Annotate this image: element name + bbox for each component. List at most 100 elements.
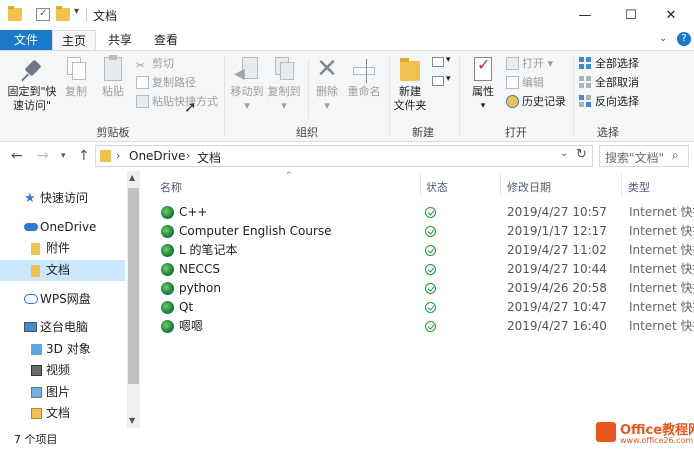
table-row[interactable]: Qt 2019/4/27 10:47 Internet 快捷 [157, 298, 694, 317]
ribbon-separator [308, 59, 309, 119]
cut-button[interactable]: ✂ 剪切 [136, 55, 174, 73]
star-icon: ★ [24, 191, 36, 206]
column-separator [500, 174, 501, 196]
nav-videos[interactable]: 视频 [0, 360, 125, 381]
scroll-up-icon[interactable]: ▲ [129, 173, 135, 182]
new-item-dropdown-icon[interactable]: ▾ [446, 55, 451, 65]
breadcrumb-onedrive[interactable]: OneDrive [129, 149, 185, 163]
mouse-cursor-icon: ➚ [184, 98, 197, 116]
ribbon-separator [224, 55, 225, 137]
recent-locations-icon[interactable]: ▾ [61, 151, 66, 161]
delete-label: 删除 ▾ [316, 85, 338, 112]
forward-arrow-icon[interactable]: → [37, 148, 49, 164]
refresh-icon[interactable]: ↻ [576, 147, 587, 162]
tab-view[interactable]: 查看 [146, 30, 186, 50]
column-header-name[interactable]: 名称 [160, 179, 182, 195]
new-folder-label-1: 新建 [399, 85, 421, 98]
search-input[interactable]: 搜索"文档" ⌕ [599, 145, 689, 167]
new-group-label: 新建 [412, 126, 434, 139]
quick-access-dropdown-icon[interactable]: ▾ [74, 6, 79, 17]
table-row[interactable]: L 的笔记本 2019/4/27 11:02 Internet 快捷 [157, 241, 694, 260]
copy-to-icon [271, 55, 297, 83]
nav-attachments[interactable]: 附件 [0, 238, 125, 259]
nav-pc-documents[interactable]: 文档 [0, 403, 125, 424]
close-button[interactable]: ✕ [648, 0, 694, 30]
copy-path-button[interactable]: 复制路径 [136, 74, 196, 92]
minimize-button[interactable]: — [562, 0, 608, 30]
column-header-status[interactable]: 状态 [426, 179, 448, 195]
breadcrumb-separator: › [186, 149, 191, 162]
table-row[interactable]: NECCS 2019/4/27 10:44 Internet 快捷 [157, 260, 694, 279]
scroll-down-icon[interactable]: ▼ [129, 416, 135, 425]
ribbon-collapse-icon[interactable]: ⌄ [659, 33, 667, 44]
new-folder-button[interactable]: 新建 文件夹 [392, 51, 428, 113]
synced-icon [425, 226, 436, 237]
folder-icon [31, 243, 40, 255]
new-folder-quick-icon[interactable] [56, 6, 70, 21]
copy-to-button[interactable]: 复制到 ▾ [266, 51, 302, 113]
breadcrumb-documents[interactable]: 文档 [197, 149, 221, 166]
pin-label-2: 速访问" [12, 99, 52, 112]
column-header-modified[interactable]: 修改日期 [507, 179, 551, 195]
internet-shortcut-icon [161, 225, 174, 238]
copy-button[interactable]: 复制 [60, 51, 92, 99]
table-row[interactable]: python 2019/4/26 20:58 Internet 快捷 [157, 279, 694, 298]
3d-objects-icon [31, 344, 42, 355]
easy-access-icon[interactable] [432, 76, 444, 86]
back-arrow-icon[interactable]: ← [11, 148, 23, 164]
pin-icon [19, 55, 45, 83]
up-arrow-icon[interactable]: ↑ [78, 148, 90, 164]
new-item-icon[interactable] [432, 57, 444, 67]
internet-shortcut-icon [161, 206, 174, 219]
nav-documents[interactable]: 文档 [0, 260, 125, 281]
delete-button[interactable]: ✕ 删除 ▾ [312, 51, 342, 113]
nav-3d-objects[interactable]: 3D 对象 [0, 339, 125, 360]
open-button[interactable]: 打开 ▾ [506, 55, 553, 73]
properties-button[interactable]: ✓ 属性 ▾ [463, 51, 503, 113]
easy-access-dropdown-icon[interactable]: ▾ [446, 74, 451, 84]
internet-shortcut-icon [161, 263, 174, 276]
pin-to-quick-access-button[interactable]: 固定到"快 速访问" [4, 51, 60, 113]
properties-icon: ✓ [470, 55, 496, 83]
nav-onedrive[interactable]: OneDrive [0, 217, 125, 238]
edit-label: 编辑 [522, 76, 544, 89]
ribbon-separator [573, 55, 574, 137]
title-divider [86, 8, 87, 22]
tab-file[interactable]: 文件 [0, 30, 52, 50]
nav-scrollbar-thumb[interactable] [128, 188, 139, 384]
invert-selection-button[interactable]: 反向选择 [579, 93, 639, 111]
select-all-button[interactable]: 全部选择 [579, 55, 639, 73]
copy-label: 复制 [65, 85, 87, 98]
properties-quick-icon[interactable]: ✓ [36, 8, 50, 21]
history-button[interactable]: 历史记录 [506, 93, 566, 111]
table-row[interactable]: Computer English Course 2019/1/17 12:17 … [157, 222, 694, 241]
cloud-icon [24, 223, 38, 231]
edit-button[interactable]: 编辑 [506, 74, 544, 92]
nav-quick-access[interactable]: ★ 快速访问 [0, 188, 125, 209]
tab-share[interactable]: 共享 [100, 30, 140, 50]
nav-wps-cloud[interactable]: WPS网盘 [0, 289, 125, 310]
search-icon[interactable]: ⌕ [672, 148, 679, 163]
nav-this-pc[interactable]: 这台电脑 [0, 317, 125, 338]
address-dropdown-icon[interactable]: ⌄ [560, 148, 568, 159]
pin-label-1: 固定到"快 [7, 85, 57, 98]
nav-pictures[interactable]: 图片 [0, 382, 125, 403]
help-icon[interactable]: ? [677, 32, 691, 46]
select-none-button[interactable]: 全部取消 [579, 74, 639, 92]
synced-icon [425, 264, 436, 275]
file-list: ⌃ 名称 状态 修改日期 类型 C++ 2019/4/27 10:57 Inte… [141, 171, 694, 428]
window-title: 文档 [93, 9, 118, 23]
move-to-button[interactable]: ◀ 移动到 ▾ [229, 51, 265, 113]
internet-shortcut-icon [161, 244, 174, 257]
status-bar: 7 个项目 [0, 428, 694, 449]
rename-button[interactable]: 重命名 [346, 51, 382, 99]
move-to-label: 移动到 ▾ [230, 85, 264, 112]
address-bar[interactable]: › OneDrive › 文档 ⌄ ↻ [95, 145, 593, 167]
column-header-type[interactable]: 类型 [628, 179, 650, 195]
tab-home[interactable]: 主页 [52, 30, 96, 50]
table-row[interactable]: C++ 2019/4/27 10:57 Internet 快捷 [157, 203, 694, 222]
paste-shortcut-button[interactable]: 粘贴快捷方式 [136, 93, 218, 111]
paste-button[interactable]: 粘贴 [97, 51, 129, 99]
table-row[interactable]: 嗯嗯 2019/4/27 16:40 Internet 快捷 [157, 317, 694, 336]
history-label: 历史记录 [522, 95, 566, 108]
